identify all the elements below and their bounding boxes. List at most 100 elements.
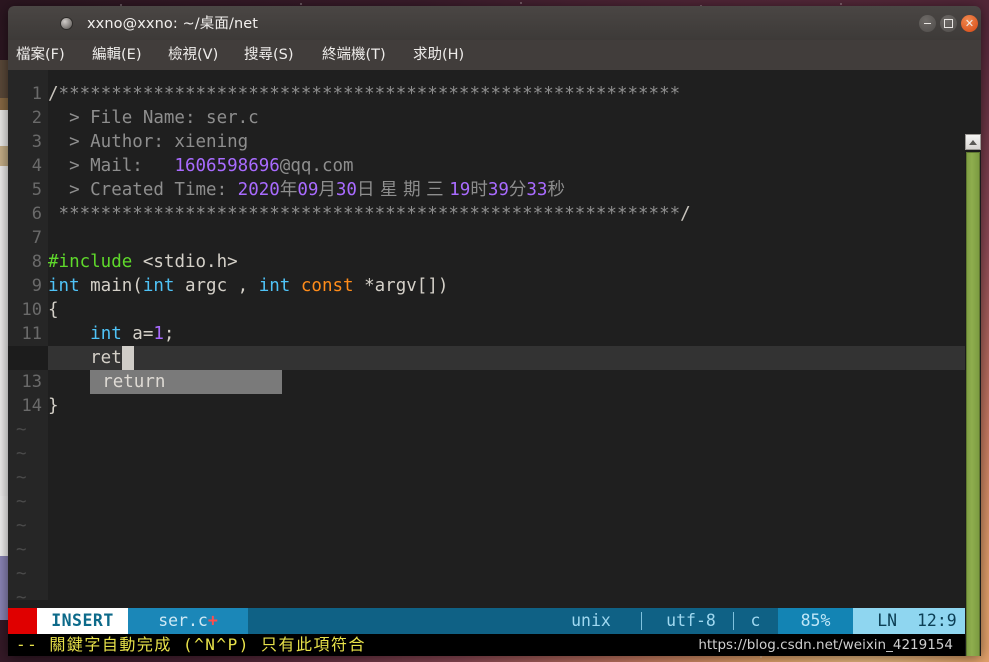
status-mode: INSERT [37, 608, 128, 634]
code-token: > Created Time: [48, 180, 238, 200]
code-token: > File Name: ser.c [48, 108, 259, 128]
code-line-6[interactable]: ****************************************… [48, 202, 691, 226]
code-token: 月 [318, 180, 336, 200]
menu-item-6[interactable]: 求助(H) [413, 40, 464, 70]
code-token: ret [48, 348, 122, 368]
desktop-speck [760, 656, 762, 658]
vim-status-line: INSERT ser.c+ unix utf-8 c 85% LN 12:9 [8, 608, 981, 634]
status-filename-text: ser.c [158, 611, 208, 630]
empty-line-marker: ~ [16, 468, 27, 488]
line-number-gutter: 1234567891011121314 [8, 70, 48, 600]
line-number-3: 3 [31, 132, 42, 152]
autocomplete-popup[interactable]: return [90, 370, 283, 394]
code-token: int [48, 276, 80, 296]
maximize-button[interactable] [940, 15, 957, 32]
code-line-2[interactable]: > File Name: ser.c [48, 106, 259, 130]
vim-message-line: -- 關鍵字自動完成 (^N^P) 只有此項符合 https://blog.cs… [8, 634, 981, 656]
code-token: > Author: xiening [48, 132, 249, 152]
minimize-button[interactable] [919, 15, 936, 32]
code-line-12[interactable]: ret [48, 346, 122, 370]
code-line-4[interactable]: > Mail: 1606598696@qq.com [48, 154, 354, 178]
code-token: ****************************************… [58, 84, 681, 104]
line-number-5: 5 [31, 180, 42, 200]
menu-item-2[interactable]: 編輯(E) [92, 40, 141, 70]
scroll-up-arrow-button[interactable] [965, 134, 981, 150]
code-line-10[interactable]: { [48, 298, 59, 322]
current-line-highlight [48, 346, 981, 370]
vertical-scrollbar[interactable] [965, 134, 981, 656]
code-token: 39 [487, 180, 509, 200]
code-token: 2020 [237, 180, 280, 200]
menu-item-3[interactable]: 檢視(V) [168, 40, 218, 70]
code-token: argc , [174, 276, 259, 296]
code-token: const [300, 276, 354, 296]
code-token: int [90, 324, 122, 344]
status-scroll-percent: 85% [778, 608, 853, 634]
empty-line-marker: ~ [16, 492, 27, 512]
code-token: a= [121, 324, 154, 344]
code-token: ****************************************… [48, 204, 681, 224]
desktop-speck [520, 2, 522, 4]
code-line-3[interactable]: > Author: xiening [48, 130, 248, 154]
code-token: 分 [508, 180, 527, 200]
autocomplete-item-return[interactable]: return [102, 370, 165, 394]
menu-item-1[interactable]: 檔案(F) [16, 40, 65, 70]
code-token: ; [163, 324, 175, 344]
window-titlebar[interactable]: xxno@xxno: ~/桌面/net ✕ [8, 6, 981, 41]
line-number-8: 8 [31, 252, 42, 272]
watermark-url: https://blog.csdn.net/weixin_4219154 [698, 637, 953, 653]
code-line-8[interactable]: #include <stdio.h> [48, 250, 238, 274]
line-number-11: 11 [21, 324, 42, 344]
code-token: int [258, 276, 291, 296]
status-position-value: 12:9 [917, 611, 957, 630]
completion-message: -- 關鍵字自動完成 (^N^P) 只有此項符合 [16, 635, 366, 654]
code-token: > Mail: [48, 156, 175, 176]
line-number-2: 2 [31, 108, 42, 128]
menu-item-4[interactable]: 搜尋(S) [244, 40, 294, 70]
up-arrow-icon [969, 140, 977, 145]
code-token: } [48, 396, 59, 416]
status-cursor-position: LN 12:9 [853, 608, 981, 634]
close-button[interactable]: ✕ [961, 15, 978, 32]
status-filename: ser.c+ [128, 608, 248, 634]
status-modified-flag: + [207, 611, 218, 630]
line-number-10: 10 [21, 300, 42, 320]
code-line-14[interactable]: } [48, 394, 59, 418]
code-token: main( [79, 276, 143, 296]
code-token: *argv[]) [353, 276, 449, 296]
line-number-7: 7 [31, 228, 42, 248]
scrollbar-thumb[interactable] [966, 152, 980, 656]
gutter-current-line-highlight [8, 346, 48, 370]
code-line-9[interactable]: int main(int argc , int const *argv[]) [48, 274, 448, 298]
empty-line-marker: ~ [16, 588, 27, 608]
code-token: 年 [279, 180, 298, 200]
code-token: / [48, 84, 59, 104]
code-line-11[interactable]: int a=1; [48, 322, 174, 346]
code-token: @qq.com [279, 156, 354, 176]
empty-line-marker: ~ [16, 516, 27, 536]
minimize-icon [919, 15, 936, 32]
line-number-13: 13 [21, 372, 42, 392]
code-token: / [680, 204, 691, 224]
code-line-5[interactable]: > Created Time: 2020年09月30日 星 期 三 19时39分… [48, 178, 565, 202]
code-line-1[interactable]: /***************************************… [48, 82, 680, 106]
code-token: 时 [470, 180, 488, 200]
code-token: int [142, 276, 175, 296]
text-cursor [121, 346, 134, 370]
status-encoding: utf-8 [666, 611, 716, 630]
desktop-speck [300, 3, 302, 5]
line-number-4: 4 [31, 156, 42, 176]
status-position-label: LN [877, 611, 898, 630]
line-number-14: 14 [21, 396, 42, 416]
empty-line-marker: ~ [16, 444, 27, 464]
empty-line-marker: ~ [16, 420, 27, 440]
vim-editor[interactable]: 1234567891011121314 /*******************… [8, 70, 981, 656]
menu-item-5[interactable]: 終端機(T) [322, 40, 386, 70]
window-title: xxno@xxno: ~/桌面/net [87, 16, 259, 32]
code-token: 19 [449, 180, 471, 200]
line-number-1: 1 [31, 84, 42, 104]
line-number-6: 6 [31, 204, 42, 224]
code-token: 09 [297, 180, 319, 200]
